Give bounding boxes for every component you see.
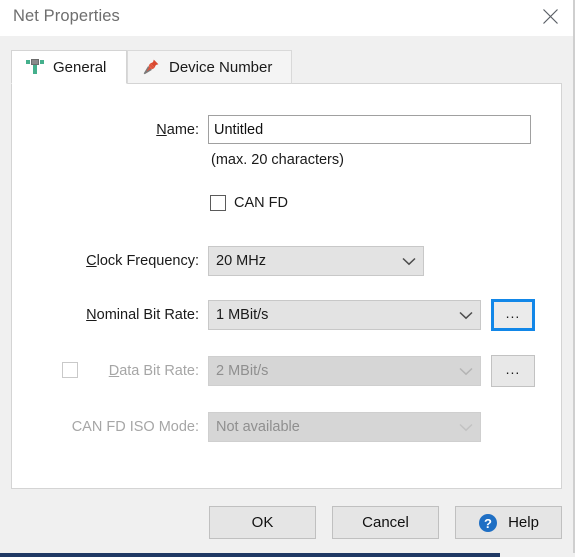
nominal-bit-rate-combobox[interactable]: 1 MBit/s	[208, 300, 481, 330]
nominal-bit-rate-label-accelerator: N	[86, 307, 97, 323]
can-fd-iso-mode-label: CAN FD ISO Mode:	[71, 419, 199, 435]
field-row-can-fd-iso-mode: CAN FD ISO Mode: Not available	[12, 412, 561, 442]
tab-strip: General Device Number	[11, 50, 562, 84]
title-bar: Net Properties	[0, 0, 573, 36]
pushpin-icon	[142, 58, 160, 76]
can-fd-checkbox-row[interactable]: CAN FD	[210, 195, 288, 211]
can-fd-label: CAN FD	[234, 195, 288, 211]
clock-frequency-label: Clock Frequency:	[12, 246, 199, 276]
question-circle-icon: ?	[478, 513, 498, 533]
nominal-bit-rate-label: Nominal Bit Rate:	[12, 300, 199, 330]
nominal-bit-rate-label-text: ominal Bit Rate:	[96, 307, 199, 323]
data-bit-rate-value: 2 MBit/s	[216, 363, 269, 379]
data-bit-rate-browse-button[interactable]: ...	[491, 355, 535, 387]
close-button[interactable]	[527, 0, 573, 33]
help-button-label: Help	[508, 514, 539, 531]
name-label-text: ame:	[166, 122, 199, 138]
tab-device-number[interactable]: Device Number	[127, 50, 292, 84]
window-title: Net Properties	[13, 7, 120, 25]
chevron-down-icon	[452, 423, 480, 432]
net-icon	[26, 59, 44, 75]
name-label-accelerator: N	[156, 122, 167, 138]
help-button[interactable]: ? Help	[455, 506, 562, 539]
data-bit-rate-label-text: ata Bit Rate:	[119, 363, 199, 379]
can-fd-iso-mode-value: Not available	[216, 419, 300, 435]
name-label: Name:	[12, 115, 199, 145]
tab-general[interactable]: General	[11, 50, 127, 84]
cancel-button[interactable]: Cancel	[332, 506, 439, 539]
chevron-down-icon	[452, 311, 480, 320]
close-icon	[542, 8, 559, 25]
can-fd-iso-mode-combobox: Not available	[208, 412, 481, 442]
chevron-down-icon	[452, 367, 480, 376]
data-bit-rate-label-accelerator: D	[108, 363, 120, 379]
field-row-name: Name:	[12, 115, 561, 145]
name-hint: (max. 20 characters)	[211, 152, 344, 168]
svg-text:?: ?	[484, 515, 492, 530]
data-bit-rate-label: Data Bit Rate:	[12, 356, 199, 386]
nominal-bit-rate-browse-button[interactable]: ...	[491, 299, 535, 331]
tab-panel-general: Name: (max. 20 characters) CAN FD Clock …	[11, 83, 562, 489]
tab-device-number-label: Device Number	[169, 58, 273, 76]
field-row-data-bit-rate: Data Bit Rate: 2 MBit/s ...	[12, 355, 561, 387]
ok-button[interactable]: OK	[209, 506, 316, 539]
name-input[interactable]	[208, 115, 531, 144]
dialog-window: Net Properties General Device Number Nam…	[0, 0, 573, 553]
clock-frequency-value: 20 MHz	[216, 253, 266, 269]
nominal-bit-rate-value: 1 MBit/s	[216, 307, 269, 323]
data-bit-rate-combobox: 2 MBit/s	[208, 356, 481, 386]
field-row-clock-frequency: Clock Frequency: 20 MHz	[12, 246, 561, 276]
clock-frequency-label-accelerator: C	[86, 253, 97, 269]
field-row-nominal-bit-rate: Nominal Bit Rate: 1 MBit/s ...	[12, 299, 561, 331]
window-bottom-edge	[0, 553, 575, 557]
clock-frequency-label-text: lock Frequency:	[96, 253, 199, 269]
can-fd-checkbox[interactable]	[210, 195, 226, 211]
window-bottom-edge-right	[500, 553, 575, 557]
chevron-down-icon	[395, 257, 423, 266]
clock-frequency-combobox[interactable]: 20 MHz	[208, 246, 424, 276]
tab-general-label: General	[53, 58, 107, 76]
